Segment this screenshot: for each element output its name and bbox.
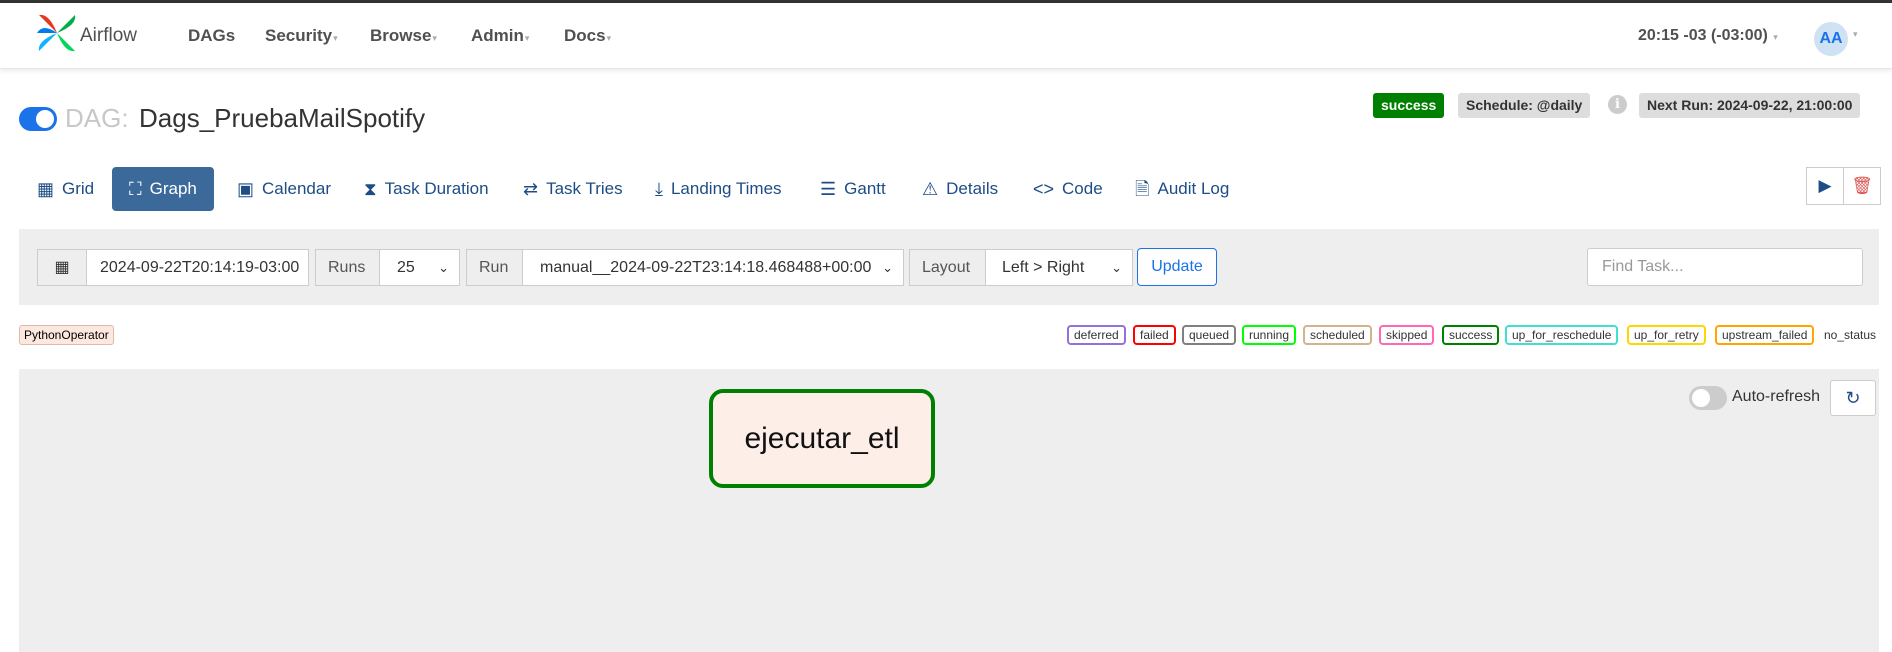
state-tag-scheduled[interactable]: scheduled	[1303, 325, 1372, 345]
trash-icon: 🗑	[1851, 176, 1873, 195]
task-node[interactable]: ejecutar_etl	[709, 389, 935, 488]
graph-canvas[interactable]	[19, 369, 1879, 652]
tab-code[interactable]: <> Code	[1033, 167, 1103, 211]
refresh-icon: ↻	[1845, 388, 1861, 408]
state-tag-skipped[interactable]: skipped	[1379, 325, 1435, 345]
calendar-icon: ▦	[54, 259, 70, 276]
grid-icon: ▦	[37, 179, 55, 199]
play-icon: ▶	[1818, 176, 1832, 195]
dag-status-badge[interactable]: success	[1373, 93, 1445, 118]
info-icon[interactable]: i	[1608, 95, 1627, 114]
dag-title: Dags_PruebaMailSpotify	[139, 103, 426, 133]
delete-dag-button[interactable]: 🗑	[1843, 167, 1881, 205]
state-tag-up-for-retry[interactable]: up_for_retry	[1627, 325, 1706, 345]
calendar-picker-button[interactable]: ▦	[37, 249, 87, 286]
chevron-down-icon: ⌄	[438, 260, 449, 275]
warning-triangle-icon: ⚠	[922, 179, 939, 199]
runs-label: Runs	[315, 249, 380, 286]
dag-pause-toggle[interactable]	[19, 107, 57, 131]
gantt-icon: ☰	[820, 179, 837, 199]
state-tag-running[interactable]: running	[1242, 325, 1297, 345]
state-tag-success[interactable]: success	[1442, 325, 1500, 345]
nav-dags[interactable]: DAGs	[188, 26, 235, 46]
auto-refresh-toggle[interactable]	[1689, 386, 1727, 410]
dag-prefix: DAG:	[65, 103, 129, 133]
tab-gantt[interactable]: ☰ Gantt	[820, 167, 886, 211]
user-avatar[interactable]: AA	[1814, 22, 1848, 56]
chevron-down-icon: ▾	[1773, 32, 1778, 42]
find-task-input[interactable]: Find Task...	[1587, 248, 1863, 286]
landing-icon: ⤓	[655, 179, 663, 199]
state-tag-up-for-reschedule[interactable]: up_for_reschedule	[1505, 325, 1619, 345]
next-run-badge: Next Run: 2024-09-22, 21:00:00	[1639, 93, 1861, 118]
tab-audit-log[interactable]: 🗎 Audit Log	[1135, 167, 1229, 211]
layout-label: Layout	[909, 249, 986, 286]
logo-text[interactable]: Airflow	[80, 25, 137, 47]
tab-details[interactable]: ⚠ Details	[922, 167, 998, 211]
tab-landing-times[interactable]: ⤓ Landing Times	[655, 167, 782, 211]
chevron-down-icon: ▾	[524, 33, 530, 43]
nav-docs[interactable]: Docs▾	[564, 26, 611, 46]
run-select[interactable]: manual__2024-09-22T23:14:18.468488+00:00…	[522, 249, 904, 286]
base-date-input[interactable]: 2024-09-22T20:14:19-03:00	[86, 249, 309, 286]
calendar-icon: ▣	[237, 179, 255, 199]
chevron-down-icon[interactable]: ▾	[1853, 29, 1858, 40]
operator-legend-tag[interactable]: PythonOperator	[19, 325, 114, 345]
chevron-down-icon: ⌄	[1111, 260, 1122, 275]
state-tag-deferred[interactable]: deferred	[1067, 325, 1126, 345]
nav-security[interactable]: Security▾	[265, 26, 338, 46]
tab-task-tries[interactable]: ⇄ Task Tries	[523, 167, 623, 211]
file-search-icon: 🗎	[1135, 179, 1150, 199]
state-tag-no-status[interactable]: no_status	[1824, 328, 1876, 342]
graph-icon: ⛶	[129, 179, 142, 199]
chevron-down-icon: ▾	[606, 33, 612, 43]
state-tag-upstream-failed[interactable]: upstream_failed	[1715, 325, 1815, 345]
tab-calendar[interactable]: ▣ Calendar	[237, 167, 331, 211]
navbar: Airflow DAGs Security▾ Browse▾ Admin▾ Do…	[0, 3, 1892, 69]
refresh-button[interactable]: ↻	[1830, 380, 1876, 416]
state-tag-queued[interactable]: queued	[1182, 325, 1237, 345]
tab-task-duration[interactable]: ⧗ Task Duration	[364, 167, 489, 211]
update-button[interactable]: Update	[1137, 248, 1217, 286]
chevron-down-icon: ▾	[333, 33, 338, 43]
airflow-logo[interactable]	[35, 11, 79, 55]
nav-admin[interactable]: Admin▾	[471, 26, 529, 46]
timezone-selector[interactable]: 20:15 -03 (-03:00) ▾	[1638, 27, 1778, 45]
runs-select[interactable]: 25 ⌄	[379, 249, 460, 286]
auto-refresh-label: Auto-refresh	[1732, 388, 1821, 405]
trigger-dag-button[interactable]: ▶	[1806, 167, 1844, 205]
code-icon: <>	[1033, 179, 1055, 199]
nav-browse[interactable]: Browse▾	[370, 26, 437, 46]
chevron-down-icon: ⌄	[882, 260, 893, 275]
retry-icon: ⇄	[523, 179, 539, 199]
schedule-badge: Schedule: @daily	[1458, 93, 1591, 118]
tab-graph[interactable]: ⛶ Graph	[112, 167, 214, 211]
hourglass-icon: ⧗	[364, 179, 377, 199]
layout-select[interactable]: Left > Right ⌄	[985, 249, 1133, 286]
run-label: Run	[466, 249, 523, 286]
chevron-down-icon: ▾	[432, 33, 437, 43]
tab-grid[interactable]: ▦ Grid	[37, 167, 94, 211]
state-tag-failed[interactable]: failed	[1133, 325, 1176, 345]
